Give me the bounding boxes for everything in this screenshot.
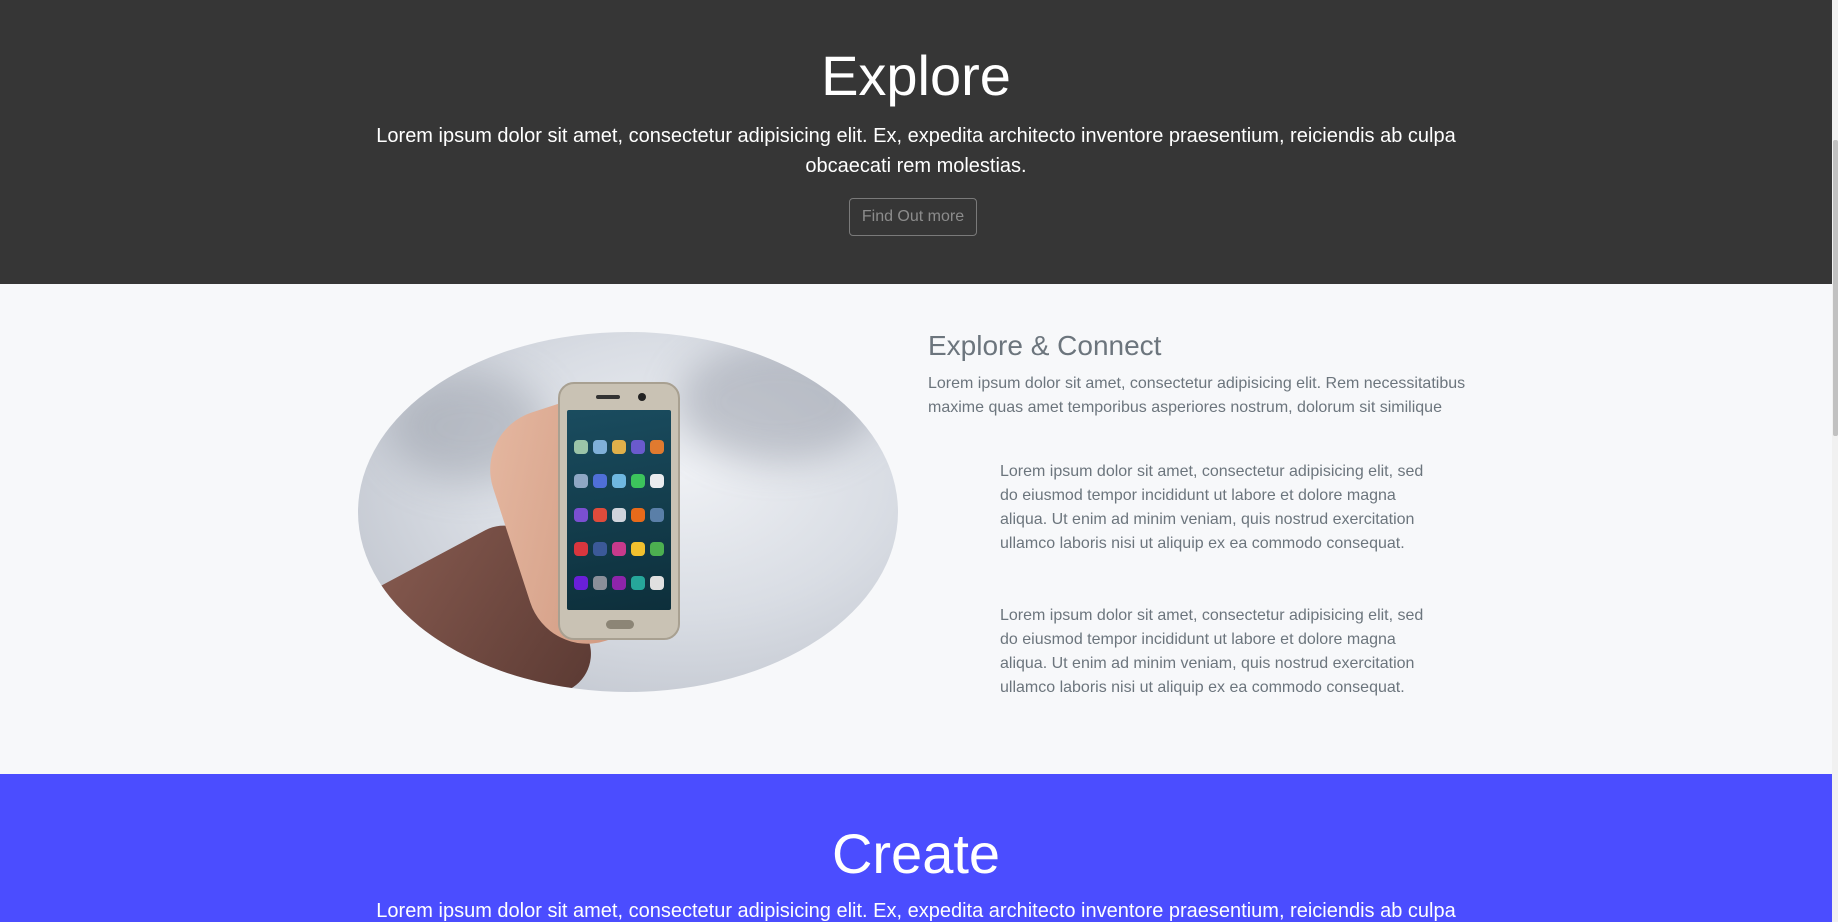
explore-connect-section: Explore & Connect Lorem ipsum dolor sit … [0,284,1832,774]
feature-paragraph-1: Lorem ipsum dolor sit amet, consectetur … [1000,463,1424,552]
explore-title: Explore [821,44,1011,107]
smartphone-photo [358,332,898,692]
feature-lead-text: Lorem ipsum dolor sit amet, consectetur … [928,375,1466,416]
page: Explore Lorem ipsum dolor sit amet, cons… [0,0,1832,922]
create-title: Create [831,822,1001,885]
scrollbar-thumb[interactable] [1833,140,1838,436]
feature-paragraph-2: Lorem ipsum dolor sit amet, consectetur … [1000,607,1424,696]
find-out-more-button[interactable]: Find Out more [849,198,977,236]
page-scrollbar[interactable] [1832,0,1838,922]
feature-heading: Explore & Connect [928,330,1162,361]
create-text: Lorem ipsum dolor sit amet, consectetur … [376,900,1456,922]
phone-image [558,382,680,640]
explore-section: Explore Lorem ipsum dolor sit amet, cons… [0,0,1832,284]
explore-text: Lorem ipsum dolor sit amet, consectetur … [376,125,1456,177]
create-section: Create Lorem ipsum dolor sit amet, conse… [0,774,1832,922]
